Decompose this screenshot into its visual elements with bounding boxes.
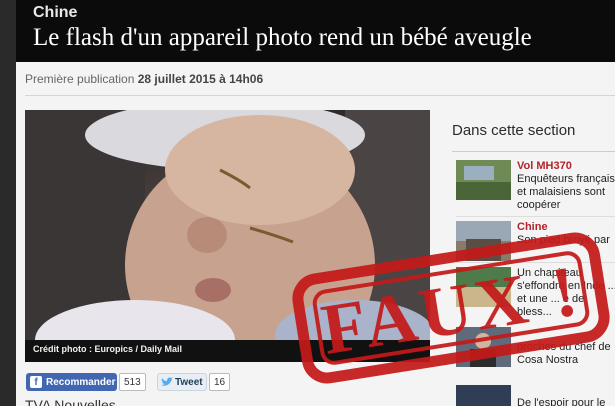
photo-caption: Crédit photo : Europics / Daily Mail bbox=[33, 344, 183, 354]
sidebar-rule bbox=[452, 151, 615, 152]
divider bbox=[25, 95, 615, 96]
tweet-label: Tweet bbox=[175, 376, 203, 388]
source-label: TVA Nouvelles bbox=[25, 397, 116, 406]
sidebar-item-category: Vol MH370 bbox=[517, 160, 572, 172]
facebook-icon: f bbox=[30, 376, 42, 388]
pub-label: Première publication bbox=[25, 72, 135, 86]
sidebar-heading: Dans cette section bbox=[452, 122, 576, 139]
tweet-count: 16 bbox=[209, 373, 231, 391]
sidebar-item-title: De l'espoir pour le bbox=[517, 397, 606, 406]
fake-stamp: FAUX ! bbox=[292, 232, 610, 384]
article-title: Le flash d'un appareil photo rend un béb… bbox=[33, 24, 532, 51]
tweet-button[interactable]: Tweet bbox=[157, 373, 207, 391]
sidebar-item-title: Enquêteurs français et malaisiens sont c… bbox=[517, 173, 615, 211]
sidebar-thumbnail bbox=[456, 160, 511, 200]
facebook-label: Recommander bbox=[46, 376, 116, 388]
sidebar-separator bbox=[456, 216, 615, 217]
article-kicker[interactable]: Chine bbox=[33, 4, 77, 22]
left-gutter bbox=[0, 0, 16, 406]
publication-date: Première publication 28 juillet 2015 à 1… bbox=[25, 72, 263, 86]
twitter-icon bbox=[161, 377, 173, 386]
facebook-recommend-button[interactable]: f Recommander bbox=[26, 373, 117, 391]
pub-date-value: 28 juillet 2015 à 14h06 bbox=[137, 72, 264, 86]
facebook-count: 513 bbox=[119, 373, 146, 391]
